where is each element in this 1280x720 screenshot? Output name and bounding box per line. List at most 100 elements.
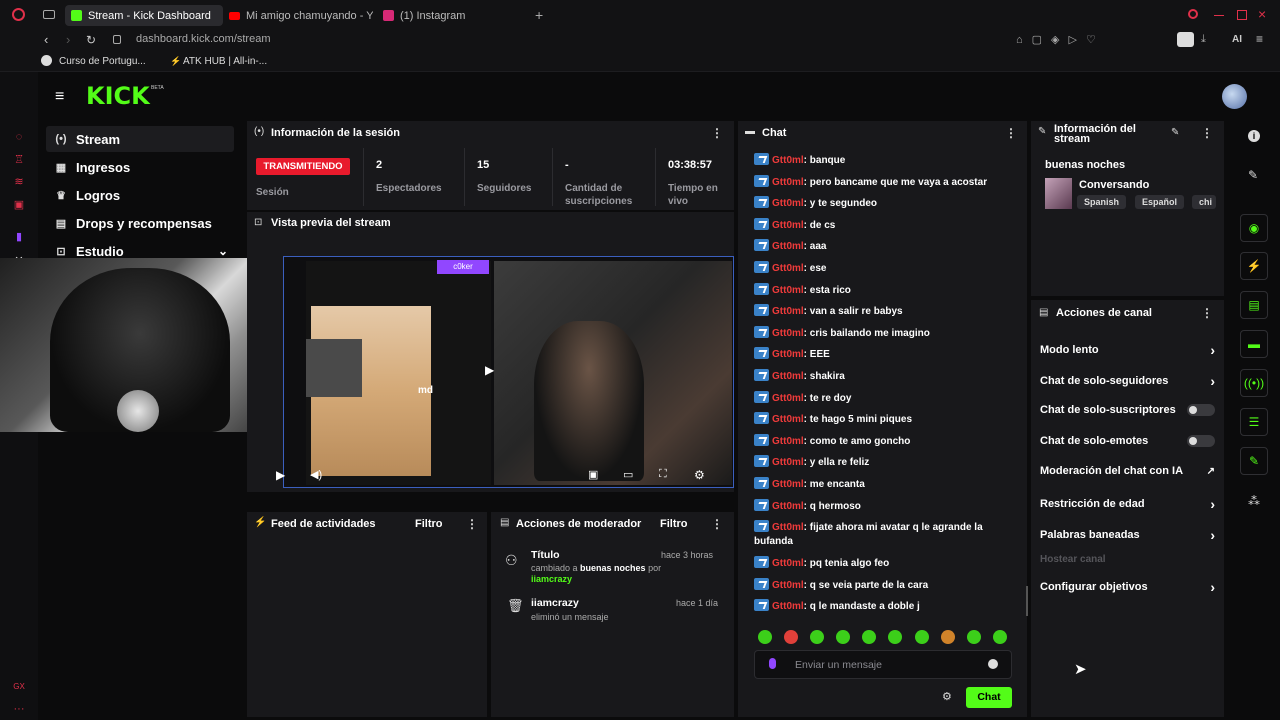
pip-icon[interactable]: ▣ [588,468,598,481]
chat-username[interactable]: Gtt0ml [772,349,804,360]
chat-username[interactable]: Gtt0ml [772,241,804,252]
chat-username[interactable]: Gtt0ml [772,457,804,468]
emote-icon[interactable] [993,630,1007,644]
chat-username[interactable]: Gtt0ml [772,328,804,339]
emote-icon[interactable] [758,630,772,644]
opera-sidebar-icon[interactable]: ♖ [12,153,26,167]
theater-icon[interactable]: ▭ [623,468,633,481]
action-configure-goals[interactable]: Configurar objetivos › [1040,579,1215,595]
subscribers-only-toggle[interactable] [1187,404,1215,416]
chat-scrollbar[interactable] [1026,586,1028,616]
kick-logo[interactable]: KICK [86,82,150,110]
stream-info-menu-icon[interactable]: ⋮ [1201,126,1213,140]
feed-filter-button[interactable]: Filtro [415,518,443,530]
bookmark-atk-hub[interactable]: ATK HUB | All-in-... [183,56,267,67]
feed-menu-icon[interactable]: ⋮ [466,517,478,531]
url-input[interactable]: dashboard.kick.com/stream [136,33,271,45]
twitch-icon[interactable]: ▮ [12,230,26,244]
dots-cluster-icon[interactable]: ⁂ [1248,494,1260,508]
more-icon[interactable]: ··· [12,702,26,716]
emote-icon[interactable] [888,630,902,644]
record-icon[interactable]: ◉ [1240,214,1268,242]
reload-icon[interactable]: ↻ [86,33,96,47]
emote-icon[interactable] [784,630,798,644]
nav-ingresos[interactable]: ▦ Ingresos [46,154,234,180]
chat-send-button[interactable]: Chat [966,687,1012,708]
nav-drops[interactable]: ▤ Drops y recompensas [46,210,234,236]
play-button-icon[interactable]: ▶ [276,468,285,482]
broadcast-icon[interactable]: ((•)) [1240,369,1268,397]
chat-menu-icon[interactable]: ⋮ [1005,126,1017,140]
chat-username[interactable]: Gtt0ml [772,601,804,612]
stream-video[interactable]: md c0ker ▶ ▶ ◀) ▣ ▭ ⛶ ⚙ [276,256,734,488]
mod-item-user[interactable]: iiamcrazy [531,574,572,584]
chat-bubble-icon[interactable]: ▬ [1240,330,1268,358]
chat-username[interactable]: Gtt0ml [772,479,804,490]
opera-logo-icon[interactable] [12,8,25,21]
chat-username[interactable]: Gtt0ml [772,558,804,569]
forward-icon[interactable]: › [66,32,70,47]
microphone-icon[interactable] [769,658,776,669]
emote-icon[interactable] [810,630,824,644]
fullscreen-icon[interactable]: ⛶ [659,468,667,481]
chat-username[interactable]: Gtt0ml [772,580,804,591]
chat-username[interactable]: Gtt0ml [772,155,804,166]
nav-stream[interactable]: (•) Stream [46,126,234,152]
chat-settings-icon[interactable]: ⚙ [942,690,952,703]
volume-icon[interactable]: ◀) [310,468,322,481]
channel-actions-menu-icon[interactable]: ⋮ [1201,306,1213,320]
chat-input[interactable]: Enviar un mensaje [754,650,1012,679]
maximize-icon[interactable] [1237,10,1247,20]
hamburger-menu-icon[interactable]: ≡ [55,88,64,106]
chat-username[interactable]: Gtt0ml [772,285,804,296]
tab-kick-dashboard[interactable]: Stream - Kick Dashboard [65,5,223,26]
chat-username[interactable]: Gtt0ml [772,263,804,274]
mod-menu-icon[interactable]: ⋮ [711,517,723,531]
back-icon[interactable]: ‹ [44,32,48,47]
chat-username[interactable]: Gtt0ml [772,198,804,209]
action-slow-mode[interactable]: Modo lento › [1040,342,1215,358]
chat-username[interactable]: Gtt0ml [772,436,804,447]
document-icon[interactable]: ▤ [1240,291,1268,319]
tag-chip[interactable]: chi [1192,195,1216,209]
avatar[interactable] [1222,84,1247,109]
info-icon[interactable]: i [1248,130,1260,142]
chat-username[interactable]: Gtt0ml [772,220,804,231]
play-icon[interactable]: ▶ [485,363,494,377]
wrench-icon[interactable]: ✎ [1240,447,1268,475]
opera-sidebar-icon[interactable]: ◌ [12,130,26,144]
download-icon[interactable]: ⤓ [1201,33,1206,46]
minimize-icon[interactable] [1214,15,1224,16]
emotes-only-toggle[interactable] [1187,435,1215,447]
emote-icon[interactable] [915,630,929,644]
tab-instagram[interactable]: (1) Instagram [377,5,517,26]
tab-youtube[interactable]: Mi amigo chamuyando - Y [223,5,373,26]
emoji-picker-icon[interactable] [988,659,998,669]
search-icon[interactable] [1188,9,1198,19]
tab-overview-icon[interactable] [43,10,55,19]
edit-pencil-icon[interactable]: ✎ [1171,127,1179,138]
bookmark-portugues[interactable]: Curso de Portugu... [59,56,146,67]
action-banned-words[interactable]: Palabras baneadas › [1040,527,1215,543]
chat-username[interactable]: Gtt0ml [772,393,804,404]
ai-button[interactable]: AI [1232,34,1242,45]
opera-sidebar-icon[interactable]: ▣ [12,198,26,212]
chat-username[interactable]: Gtt0ml [772,306,804,317]
chat-username[interactable]: Gtt0ml [772,177,804,188]
action-followers-only[interactable]: Chat de solo-seguidores › [1040,373,1215,389]
chat-username[interactable]: Gtt0ml [772,371,804,382]
extension-avatar-icon[interactable] [1177,32,1194,47]
opera-gx-icon[interactable]: GX [12,680,26,694]
chat-username[interactable]: Gtt0ml [772,522,804,533]
opera-sidebar-icon[interactable]: ≋ [12,175,26,189]
close-icon[interactable]: × [1258,6,1266,22]
emote-icon[interactable] [862,630,876,644]
emote-icon[interactable] [836,630,850,644]
new-tab-button[interactable]: + [535,7,543,23]
chat-username[interactable]: Gtt0ml [772,501,804,512]
emote-icon[interactable] [967,630,981,644]
nav-logros[interactable]: ♛ Logros [46,182,234,208]
session-menu-icon[interactable]: ⋮ [711,126,723,140]
layers-icon[interactable]: ☰ [1240,408,1268,436]
lightning-icon[interactable]: ⚡ [1240,252,1268,280]
